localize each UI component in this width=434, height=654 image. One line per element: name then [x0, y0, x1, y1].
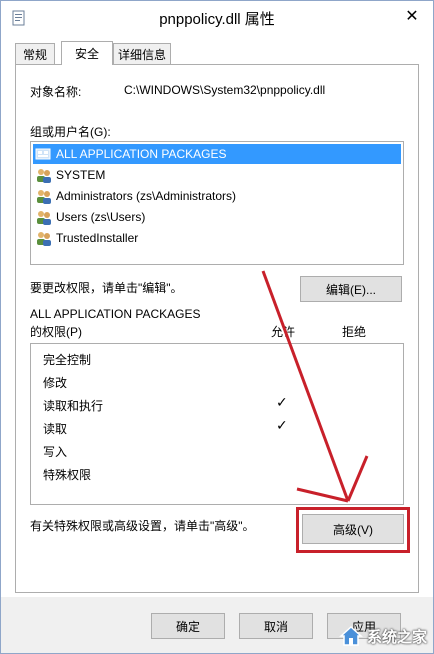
list-item[interactable]: Users (zs\Users)	[33, 207, 145, 227]
list-item[interactable]: TrustedInstaller	[33, 228, 138, 248]
permission-row: 写入	[43, 445, 68, 459]
users-icon	[37, 211, 51, 225]
groups-label: 组或用户名(G):	[30, 125, 111, 139]
permission-row: 读取和执行	[43, 399, 104, 413]
advanced-button[interactable]: 高级(V)	[302, 514, 404, 544]
allow-check-icon: ✓	[276, 417, 288, 433]
house-logo-icon	[339, 625, 363, 646]
groups-listbox[interactable]: ALL APPLICATION PACKAGES SYSTEM Administ…	[30, 141, 404, 265]
permission-row: 修改	[43, 376, 68, 390]
edit-hint: 要更改权限，请单击"编辑"。	[30, 281, 183, 295]
allow-column-header: 允许	[271, 325, 296, 339]
permission-row: 读取	[43, 422, 68, 436]
allow-check-icon: ✓	[276, 394, 288, 410]
security-panel: 对象名称: C:\WINDOWS\System32\pnppolicy.dll …	[15, 64, 419, 593]
permission-row: 特殊权限	[43, 468, 92, 482]
permission-row: 完全控制	[43, 353, 92, 367]
list-item[interactable]: ALL APPLICATION PACKAGES	[33, 144, 401, 164]
tab-security[interactable]: 安全	[61, 41, 113, 65]
permissions-principal: ALL APPLICATION PACKAGES	[30, 307, 201, 321]
permissions-listbox: 完全控制 修改 读取和执行 读取 写入 特殊权限 ✓ ✓	[30, 343, 404, 505]
ok-button[interactable]: 确定	[151, 613, 225, 639]
users-icon	[37, 232, 51, 246]
tab-general[interactable]: 常规	[15, 43, 55, 64]
list-item-label: TrustedInstaller	[56, 231, 139, 245]
users-icon	[37, 169, 51, 183]
group-icon	[35, 148, 51, 160]
object-name-label: 对象名称:	[30, 85, 82, 99]
close-button[interactable]: ✕	[401, 6, 423, 26]
watermark: 系统之家	[339, 625, 427, 647]
tab-details[interactable]: 详细信息	[113, 43, 171, 64]
list-item-label: SYSTEM	[56, 168, 106, 182]
users-icon	[37, 190, 51, 204]
advanced-hint: 有关特殊权限或高级设置，请单击"高级"。	[30, 519, 255, 533]
properties-window: pnppolicy.dll 属性 ✕ 常规 安全 详细信息 对象名称: C:\W…	[0, 0, 434, 654]
edit-button[interactable]: 编辑(E)...	[300, 276, 402, 302]
list-item[interactable]: SYSTEM	[33, 165, 105, 185]
deny-column-header: 拒绝	[342, 325, 367, 339]
cancel-button[interactable]: 取消	[239, 613, 313, 639]
list-item-label: ALL APPLICATION PACKAGES	[56, 147, 227, 161]
permissions-label: 的权限(P)	[30, 325, 82, 339]
list-item[interactable]: Administrators (zs\Administrators)	[33, 186, 236, 206]
title-bar: pnppolicy.dll 属性 ✕	[1, 1, 433, 35]
object-name-value: C:\WINDOWS\System32\pnppolicy.dll	[124, 83, 326, 97]
list-item-label: Users (zs\Users)	[56, 210, 146, 224]
list-item-label: Administrators (zs\Administrators)	[56, 189, 237, 203]
watermark-text: 系统之家	[366, 628, 427, 646]
window-title: pnppolicy.dll 属性	[159, 11, 275, 28]
